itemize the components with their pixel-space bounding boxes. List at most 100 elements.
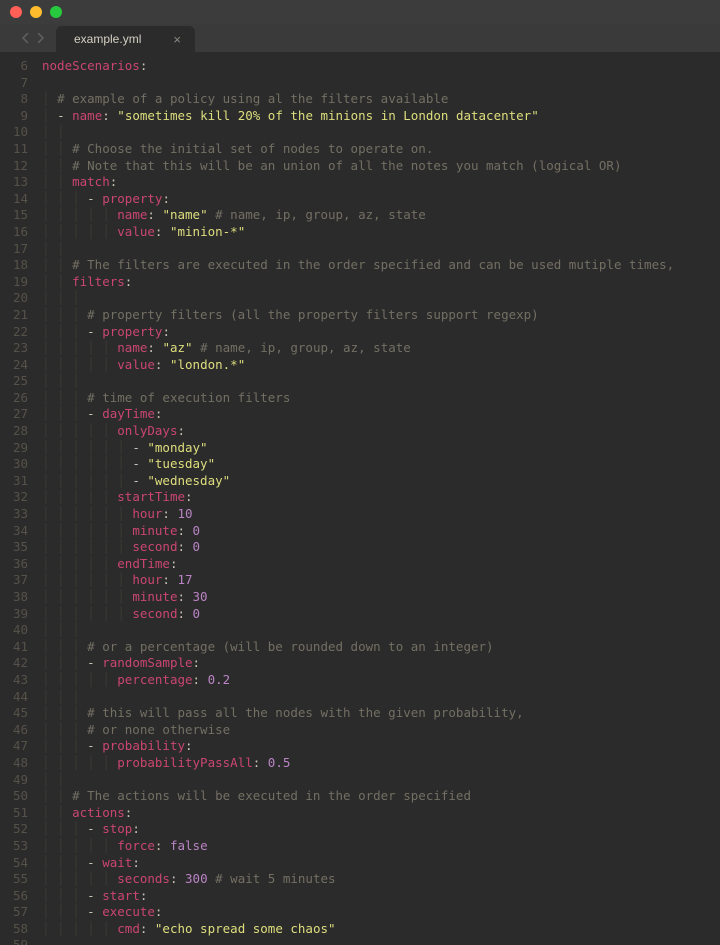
code-line[interactable]: │ │ match:	[42, 174, 720, 191]
code-line[interactable]: │ │ │ # or none otherwise	[42, 722, 720, 739]
code-line[interactable]: │ │ │ │ │ probabilityPassAll: 0.5	[42, 755, 720, 772]
line-number: 37	[0, 572, 42, 589]
tab-bar: example.yml ×	[0, 24, 720, 52]
code-line[interactable]: │ │ │ - execute:	[42, 904, 720, 921]
code-line[interactable]: │ │ │ │ │ percentage: 0.2	[42, 672, 720, 689]
line-number: 56	[0, 888, 42, 905]
code-line[interactable]: │ │ │ # this will pass all the nodes wit…	[42, 705, 720, 722]
code-line[interactable]: │ │ │ │ │ │ - "wednesday"	[42, 473, 720, 490]
code-line[interactable]: │ │ # The actions will be executed in th…	[42, 788, 720, 805]
line-number: 6	[0, 58, 42, 75]
code-line[interactable]: │ │ │ │ │ name: "name" # name, ip, group…	[42, 207, 720, 224]
line-number: 18	[0, 257, 42, 274]
line-number: 42	[0, 655, 42, 672]
tab-title: example.yml	[74, 32, 141, 46]
code-line[interactable]: │ │ │ │ │ │ hour: 10	[42, 506, 720, 523]
line-number: 14	[0, 191, 42, 208]
code-line[interactable]: │ │ │ - randomSample:	[42, 655, 720, 672]
code-line[interactable]: │ │ │ │ │ value: "london.*"	[42, 357, 720, 374]
code-line[interactable]: │ │ │ │ │ │ minute: 30	[42, 589, 720, 606]
line-number: 34	[0, 523, 42, 540]
line-number: 52	[0, 821, 42, 838]
line-number: 19	[0, 274, 42, 291]
line-number: 53	[0, 838, 42, 855]
code-line[interactable]: │ │ │ - stop:	[42, 821, 720, 838]
code-line[interactable]: │ │ │ # or a percentage (will be rounded…	[42, 639, 720, 656]
line-number: 59	[0, 937, 42, 945]
code-line[interactable]: │ │ │ │ │ │ hour: 17	[42, 572, 720, 589]
tab-example-yml[interactable]: example.yml ×	[56, 26, 195, 52]
line-number: 33	[0, 506, 42, 523]
code-line[interactable]: │ │ │ │ │ │ second: 0	[42, 539, 720, 556]
code-line[interactable]	[42, 75, 720, 92]
code-line[interactable]: │ │ # Choose the initial set of nodes to…	[42, 141, 720, 158]
code-line[interactable]: │ │ │ # time of execution filters	[42, 390, 720, 407]
line-number: 24	[0, 357, 42, 374]
code-line[interactable]: │ │ │ │ │ startTime:	[42, 489, 720, 506]
line-number: 36	[0, 556, 42, 573]
code-line[interactable]: │ │ actions:	[42, 805, 720, 822]
line-number: 40	[0, 622, 42, 639]
titlebar[interactable]	[0, 0, 720, 24]
code-line[interactable]: │ │ │ │ │ name: "az" # name, ip, group, …	[42, 340, 720, 357]
code-line[interactable]: │ │	[42, 241, 720, 258]
line-number: 44	[0, 689, 42, 706]
line-number: 31	[0, 473, 42, 490]
code-line[interactable]: │ # example of a policy using al the fil…	[42, 91, 720, 108]
code-line[interactable]: nodeScenarios:	[42, 58, 720, 75]
code-line[interactable]: │ │ filters:	[42, 274, 720, 291]
code-line[interactable]: │ │ │ │ │ onlyDays:	[42, 423, 720, 440]
line-number: 15	[0, 207, 42, 224]
line-number: 11	[0, 141, 42, 158]
code-line[interactable]: │ │ │ │ │ endTime:	[42, 556, 720, 573]
code-line[interactable]: │ │	[42, 772, 720, 789]
code-line[interactable]	[42, 937, 720, 945]
line-number: 49	[0, 772, 42, 789]
line-number: 12	[0, 158, 42, 175]
code-line[interactable]: │ │ │	[42, 373, 720, 390]
code-line[interactable]: │ │ │ │ │ │ - "tuesday"	[42, 456, 720, 473]
line-number: 25	[0, 373, 42, 390]
line-number: 57	[0, 904, 42, 921]
minimize-icon[interactable]	[30, 6, 42, 18]
code-line[interactable]: │ │ │ # property filters (all the proper…	[42, 307, 720, 324]
line-number: 7	[0, 75, 42, 92]
code-line[interactable]: │ │ # The filters are executed in the or…	[42, 257, 720, 274]
code-line[interactable]: │ │ │ │ │ seconds: 300 # wait 5 minutes	[42, 871, 720, 888]
nav-right-icon[interactable]	[36, 33, 44, 43]
code-line[interactable]: │ │ │ - property:	[42, 324, 720, 341]
line-number: 23	[0, 340, 42, 357]
code-line[interactable]: │ │ │	[42, 622, 720, 639]
code-line[interactable]: │ - name: "sometimes kill 20% of the min…	[42, 108, 720, 125]
line-number: 32	[0, 489, 42, 506]
line-number: 47	[0, 738, 42, 755]
code-content[interactable]: nodeScenarios: │ # example of a policy us…	[42, 52, 720, 945]
line-number: 43	[0, 672, 42, 689]
code-line[interactable]: │ │ │ │ │ │ minute: 0	[42, 523, 720, 540]
line-number: 54	[0, 855, 42, 872]
line-number: 30	[0, 456, 42, 473]
code-line[interactable]: │ │ │ - wait:	[42, 855, 720, 872]
code-line[interactable]: │ │ │ │ │ │ - "monday"	[42, 440, 720, 457]
line-number-gutter: 6789101112131415161718192021222324252627…	[0, 52, 42, 945]
code-line[interactable]: │ │ │ │ │ cmd: "echo spread some chaos"	[42, 921, 720, 938]
code-line[interactable]: │ │ │	[42, 290, 720, 307]
code-line[interactable]: │ │ │ │ │ value: "minion-*"	[42, 224, 720, 241]
code-line[interactable]: │ │ # Note that this will be an union of…	[42, 158, 720, 175]
tab-bar-filler	[195, 24, 720, 52]
code-line[interactable]: │ │ │ │ │ force: false	[42, 838, 720, 855]
editor-area[interactable]: 6789101112131415161718192021222324252627…	[0, 52, 720, 945]
code-line[interactable]: │ │ │ - start:	[42, 888, 720, 905]
code-line[interactable]: │ │ │ - property:	[42, 191, 720, 208]
line-number: 10	[0, 124, 42, 141]
code-line[interactable]: │ │ │ │ │ │ second: 0	[42, 606, 720, 623]
code-line[interactable]: │ │ │ - probability:	[42, 738, 720, 755]
maximize-icon[interactable]	[50, 6, 62, 18]
close-icon[interactable]	[10, 6, 22, 18]
code-line[interactable]: │ │ │	[42, 689, 720, 706]
nav-left-icon[interactable]	[22, 33, 30, 43]
code-line[interactable]: │ │ │ - dayTime:	[42, 406, 720, 423]
tab-close-icon[interactable]: ×	[173, 32, 181, 47]
code-line[interactable]: │ │	[42, 124, 720, 141]
nav-arrows[interactable]	[10, 24, 56, 52]
